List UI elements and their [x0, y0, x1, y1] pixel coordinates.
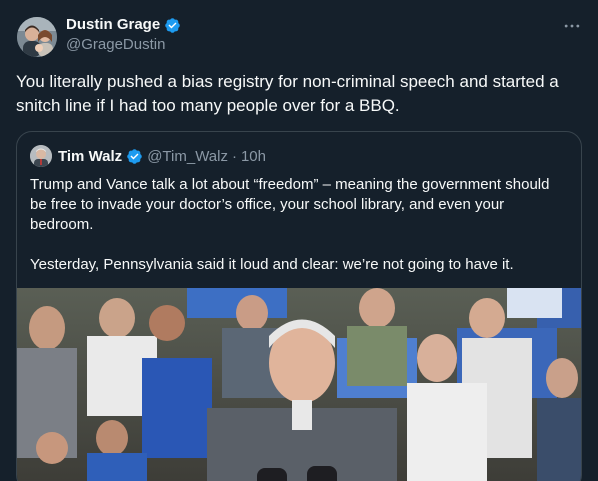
author-handle[interactable]: @GrageDustin [66, 36, 181, 55]
quoted-author-avatar[interactable] [30, 145, 52, 167]
quoted-paragraph: Yesterday, Pennsylvania said it loud and… [30, 256, 514, 273]
author-display-name[interactable]: Dustin Grage [66, 16, 160, 35]
quoted-separator: · [231, 147, 237, 165]
more-horizontal-icon[interactable] [562, 16, 582, 41]
tweet[interactable]: Dustin Grage @GrageDustin You literally … [0, 0, 598, 481]
quoted-tweet[interactable]: Tim Walz @Tim_Walz · 10h Trump and Vance… [16, 131, 582, 481]
quoted-author-display-name[interactable]: Tim Walz [58, 148, 122, 165]
quoted-author-handle[interactable]: @Tim_Walz [147, 148, 228, 165]
quoted-verified-badge-icon [127, 148, 142, 164]
quoted-tweet-text: Trump and Vance talk a lot about “freedo… [30, 175, 570, 275]
author-avatar[interactable] [17, 17, 57, 57]
tweet-text: You literally pushed a bias registry for… [16, 72, 559, 115]
quoted-timestamp[interactable]: 10h [241, 148, 266, 165]
verified-badge-icon [165, 18, 180, 33]
quoted-paragraph: Trump and Vance talk a lot about “freedo… [30, 176, 550, 233]
quoted-tweet-photo[interactable] [17, 288, 581, 481]
